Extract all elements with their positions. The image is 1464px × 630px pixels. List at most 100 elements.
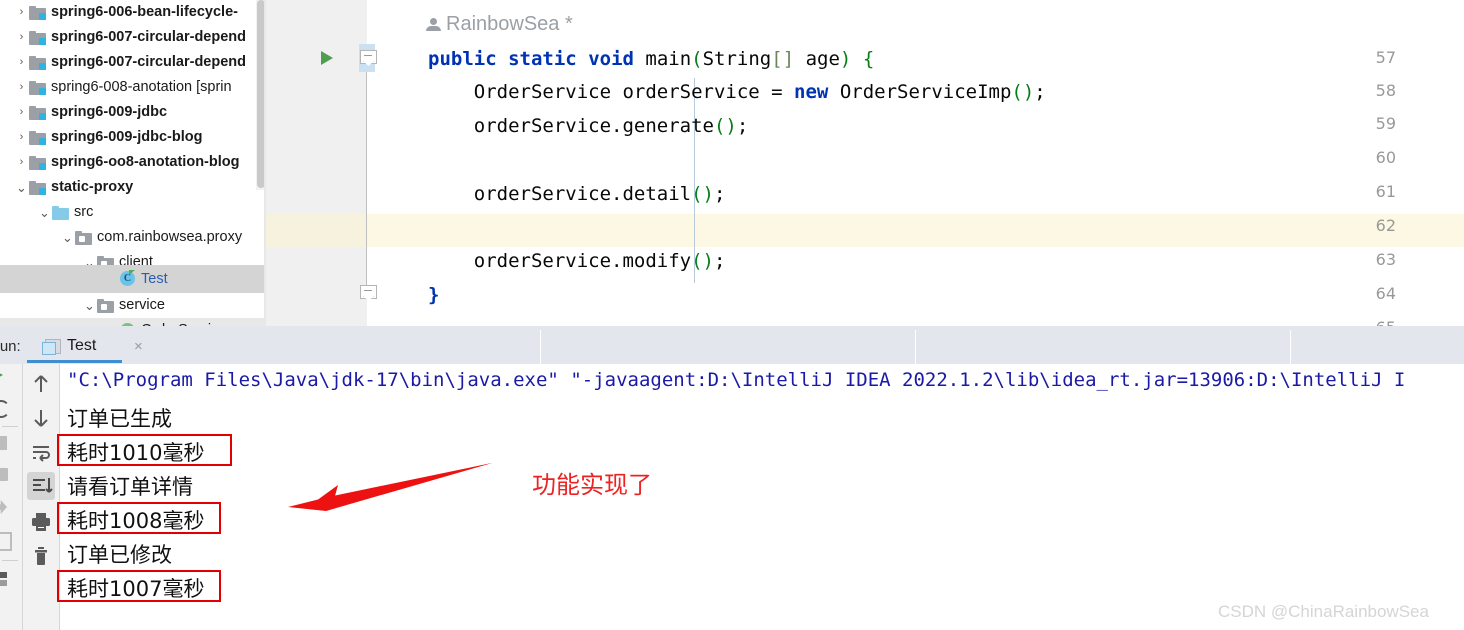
chevron-right-icon[interactable]: › bbox=[14, 25, 29, 50]
tree-row-service[interactable]: ⌄ service bbox=[0, 293, 266, 318]
source-folder-icon bbox=[52, 205, 69, 220]
project-tree-panel[interactable]: › spring6-006-bean-lifecycle- › spring6-… bbox=[0, 0, 266, 330]
module-icon bbox=[29, 105, 46, 120]
tree-item-label: spring6-008-anotation [sprin bbox=[51, 79, 232, 95]
tree-row[interactable]: › spring6-oo8-anotation-blog bbox=[0, 150, 266, 175]
scroll-to-end-icon[interactable] bbox=[27, 472, 55, 500]
tabbar-separator bbox=[1290, 330, 1291, 364]
tree-item-label: src bbox=[74, 204, 94, 220]
highlight-box-1010 bbox=[57, 434, 232, 466]
console-line: 订单已修改 bbox=[67, 543, 172, 567]
module-icon bbox=[29, 30, 46, 45]
line-number-current: 62 bbox=[1375, 216, 1396, 235]
current-line-highlight bbox=[367, 214, 1464, 247]
current-line-gutter-highlight bbox=[266, 214, 367, 247]
suspend-icon[interactable] bbox=[0, 468, 8, 481]
chevron-right-icon[interactable]: › bbox=[14, 100, 29, 125]
close-icon[interactable]: × bbox=[134, 338, 143, 355]
java-class-icon: C bbox=[120, 270, 136, 287]
tree-item-label: Test bbox=[141, 271, 168, 287]
layout-icon-2[interactable] bbox=[0, 580, 7, 586]
stop-icon[interactable] bbox=[0, 436, 7, 450]
run-tool-window[interactable]: Run: Test × bbox=[0, 330, 1464, 630]
up-arrow-icon[interactable] bbox=[27, 370, 55, 398]
soft-wrap-icon[interactable] bbox=[27, 438, 55, 466]
tabbar-separator bbox=[915, 330, 916, 364]
console-line-command: "C:\Program Files\Java\jdk-17\bin\java.e… bbox=[67, 369, 1406, 391]
tree-row[interactable]: › spring6-007-circular-depend bbox=[0, 50, 266, 75]
module-icon bbox=[29, 80, 46, 95]
line-number: 61 bbox=[1375, 182, 1396, 201]
package-icon bbox=[97, 298, 114, 313]
code-line-57: public static void main(String[] age) { bbox=[428, 48, 875, 70]
console-output[interactable]: "C:\Program Files\Java\jdk-17\bin\java.e… bbox=[60, 364, 1464, 630]
watermark-text: CSDN @ChinaRainbowSea bbox=[1218, 602, 1429, 621]
active-tab-underline bbox=[27, 360, 122, 363]
run-config-icon bbox=[42, 339, 61, 355]
fold-region-line bbox=[366, 72, 367, 287]
tree-item-label: spring6-007-circular-depend bbox=[51, 54, 246, 70]
divider bbox=[2, 560, 18, 561]
code-line-63: orderService.modify(); bbox=[428, 250, 726, 272]
tree-row[interactable]: › spring6-007-circular-depend bbox=[0, 25, 266, 50]
chevron-right-icon[interactable]: › bbox=[14, 0, 29, 25]
module-icon bbox=[29, 5, 46, 20]
tree-item-label: spring6-006-bean-lifecycle- bbox=[51, 4, 238, 20]
person-icon bbox=[426, 17, 442, 32]
settings-icon[interactable] bbox=[0, 532, 12, 551]
chevron-down-icon[interactable]: ⌄ bbox=[60, 225, 75, 250]
tree-row-src[interactable]: ⌄ src bbox=[0, 200, 266, 225]
tree-row[interactable]: › spring6-009-jdbc bbox=[0, 100, 266, 125]
code-line-61: orderService.detail(); bbox=[428, 183, 726, 205]
resume-icon[interactable] bbox=[0, 500, 7, 514]
run-left-icon-strip[interactable] bbox=[0, 364, 23, 630]
app-window: › spring6-006-bean-lifecycle- › spring6-… bbox=[0, 0, 1464, 630]
line-number: 59 bbox=[1375, 114, 1396, 133]
trash-icon[interactable] bbox=[27, 542, 55, 570]
annotation-text: 功能实现了 bbox=[532, 471, 652, 499]
chevron-down-icon[interactable]: ⌄ bbox=[37, 200, 52, 225]
code-author-annotation: RainbowSea * bbox=[426, 13, 573, 36]
console-line: 请看订单详情 bbox=[67, 475, 193, 499]
rerun-failed-icon[interactable] bbox=[0, 400, 10, 418]
module-icon bbox=[29, 180, 46, 195]
fold-collapse-end-icon[interactable] bbox=[360, 285, 377, 302]
editor-gutter[interactable] bbox=[266, 0, 367, 330]
code-editor[interactable]: 57 58 59 60 61 62 63 64 65 RainbowSea * … bbox=[266, 0, 1464, 337]
line-number: 64 bbox=[1375, 284, 1396, 303]
author-name: RainbowSea * bbox=[446, 13, 573, 35]
run-panel-label: Run: bbox=[0, 338, 21, 355]
console-line: 订单已生成 bbox=[67, 407, 172, 431]
fold-collapse-icon[interactable] bbox=[360, 50, 377, 67]
code-line-58: OrderService orderService = new OrderSer… bbox=[428, 81, 1046, 103]
tree-row[interactable]: › spring6-008-anotation [sprin bbox=[0, 75, 266, 100]
chevron-right-icon[interactable]: › bbox=[14, 50, 29, 75]
console-toolbar[interactable] bbox=[23, 364, 60, 630]
tab-test[interactable]: Test × bbox=[36, 330, 143, 364]
print-icon[interactable] bbox=[27, 508, 55, 536]
chevron-right-icon[interactable]: › bbox=[14, 75, 29, 100]
tree-row-static-proxy[interactable]: ⌄ static-proxy bbox=[0, 175, 266, 200]
run-gutter-icon[interactable] bbox=[321, 51, 333, 65]
tree-item-label: spring6-009-jdbc bbox=[51, 104, 168, 120]
tree-row-package[interactable]: ⌄ com.rainbowsea.proxy bbox=[0, 225, 266, 250]
run-tab-bar: Run: Test × bbox=[0, 330, 1464, 365]
tree-item-label: static-proxy bbox=[51, 179, 134, 195]
tree-row-test-class[interactable]: ⌄ C Test bbox=[0, 265, 266, 293]
layout-icon[interactable] bbox=[0, 572, 7, 578]
spacer: ⌄ bbox=[105, 267, 120, 292]
divider bbox=[2, 426, 18, 427]
tabbar-separator bbox=[540, 330, 541, 364]
chevron-right-icon[interactable]: › bbox=[14, 125, 29, 150]
down-arrow-icon[interactable] bbox=[27, 404, 55, 432]
tree-row[interactable]: › spring6-006-bean-lifecycle- bbox=[0, 0, 266, 25]
chevron-down-icon[interactable]: ⌄ bbox=[14, 175, 29, 200]
chevron-right-icon[interactable]: › bbox=[14, 150, 29, 175]
line-number: 60 bbox=[1375, 148, 1396, 167]
code-line-59: orderService.generate(); bbox=[428, 115, 749, 137]
package-icon bbox=[75, 230, 92, 245]
tree-row[interactable]: › spring6-009-jdbc-blog bbox=[0, 125, 266, 150]
chevron-down-icon[interactable]: ⌄ bbox=[82, 293, 97, 318]
line-number: 58 bbox=[1375, 81, 1396, 100]
rerun-icon[interactable] bbox=[0, 370, 3, 380]
